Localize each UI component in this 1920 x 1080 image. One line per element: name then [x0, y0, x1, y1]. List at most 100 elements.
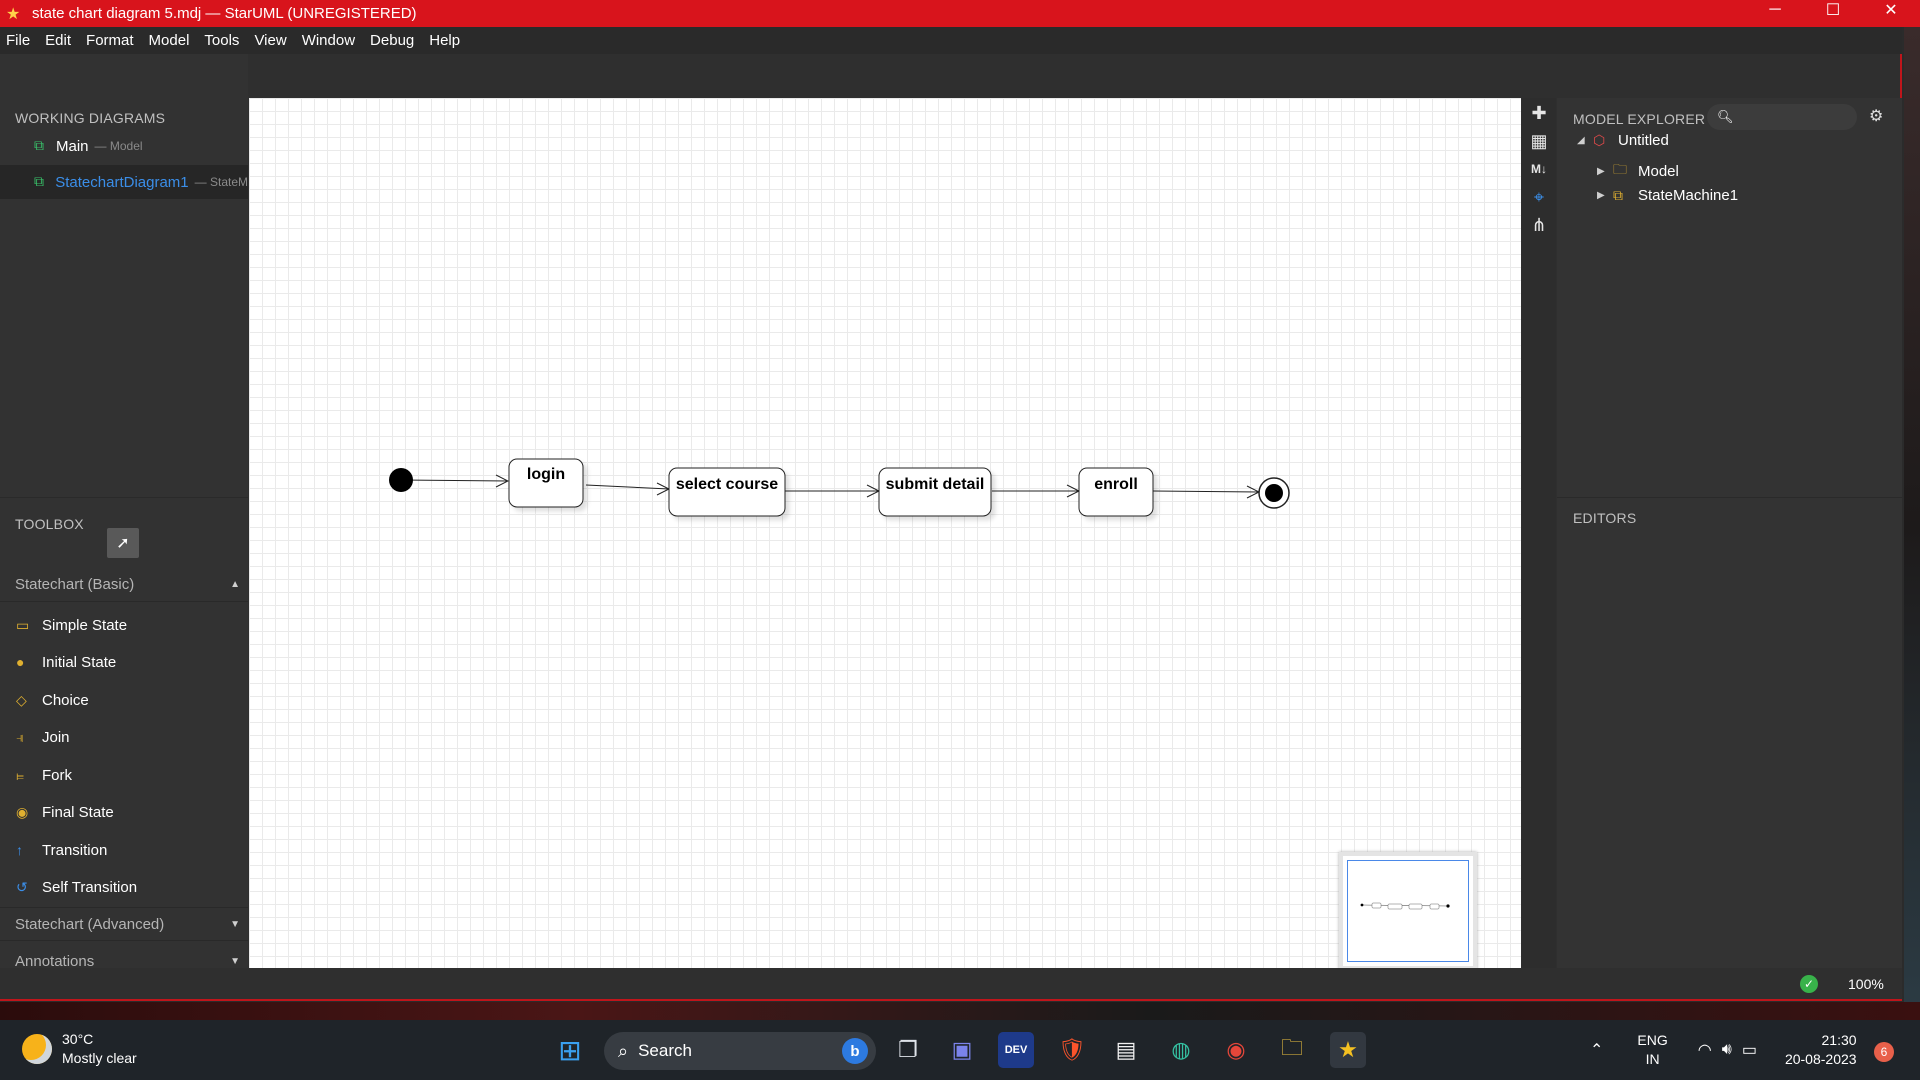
- toolbox-title: TOOLBOX: [15, 516, 84, 532]
- model-explorer-search-input[interactable]: 🔍︎: [1707, 104, 1857, 130]
- clock-time: 21:30: [1821, 1032, 1857, 1048]
- bing-icon[interactable]: b: [842, 1038, 868, 1064]
- edge-browser-icon[interactable]: ◍: [1163, 1032, 1199, 1068]
- group-statechart-basic[interactable]: Statechart (Basic) ▲: [0, 568, 248, 602]
- tool-fork[interactable]: ⫢ Fork: [0, 757, 248, 793]
- menu-model[interactable]: Model: [149, 32, 190, 49]
- menu-file[interactable]: File: [6, 32, 30, 49]
- tool-initial-state[interactable]: ● Initial State: [0, 644, 248, 680]
- tree-item-model[interactable]: ▶ 🗀 Model: [1597, 159, 1679, 183]
- chrome-browser-icon[interactable]: ◉: [1218, 1032, 1254, 1068]
- tree-item-statemachine[interactable]: ▶ ⧉ StateMachine1: [1597, 187, 1738, 204]
- brave-browser-icon[interactable]: 🛡︎: [1054, 1032, 1090, 1068]
- input-language[interactable]: ENG IN: [1637, 1031, 1667, 1069]
- minimap-viewport[interactable]: [1347, 860, 1469, 962]
- system-tray: ⌃ ENG IN ◠ 🔊︎ ▭ 21:30 20-08-2023: [1590, 1020, 1857, 1080]
- menu-debug[interactable]: Debug: [370, 32, 414, 49]
- tool-transition[interactable]: ↑ Transition: [0, 832, 248, 868]
- status-bar: ✓ 100%: [0, 968, 1902, 999]
- tree-expanded-icon[interactable]: ◢: [1577, 135, 1593, 146]
- tree-collapsed-icon[interactable]: ▶: [1597, 190, 1613, 201]
- battery-icon[interactable]: ▭: [1742, 1040, 1757, 1060]
- gear-icon[interactable]: ⚙: [1869, 106, 1883, 126]
- statechart-diagram: login select course submit detail enroll: [389, 458, 1290, 517]
- state-login[interactable]: login: [508, 458, 584, 508]
- validation-ok-icon[interactable]: ✓: [1800, 975, 1818, 993]
- group-label: Statechart (Advanced): [15, 915, 165, 933]
- menu-window[interactable]: Window: [302, 32, 355, 49]
- search-placeholder: Search: [638, 1041, 692, 1060]
- tool-simple-state[interactable]: ▭ Simple State: [0, 607, 248, 643]
- desktop-background-edge: [1904, 27, 1920, 1027]
- share-icon[interactable]: ⋔: [1522, 210, 1556, 240]
- app-window: File Edit Format Model Tools View Window…: [0, 27, 1902, 1001]
- working-diagram-main[interactable]: ⧉ Main — Model: [0, 129, 248, 163]
- tree-label: StateMachine1: [1638, 187, 1739, 204]
- taskbar-clock[interactable]: 21:30 20-08-2023: [1785, 1031, 1857, 1069]
- notification-badge[interactable]: 6: [1874, 1042, 1894, 1062]
- toolbox: TOOLBOX ➚ Statechart (Basic) ▲ ▭ Simple …: [0, 497, 248, 987]
- state-label: submit detail: [886, 476, 985, 493]
- task-view-icon[interactable]: ❐: [890, 1032, 926, 1068]
- staruml-taskbar-icon[interactable]: ★: [1330, 1032, 1366, 1068]
- tool-choice[interactable]: ◇ Choice: [0, 682, 248, 718]
- search-icon: 🔍︎: [1717, 109, 1734, 124]
- transition-initial-login[interactable]: [400, 474, 510, 488]
- menu-format[interactable]: Format: [86, 32, 134, 49]
- pointer-tool-button[interactable]: ➚: [107, 528, 139, 558]
- devhome-icon[interactable]: DEV: [998, 1032, 1034, 1068]
- menu-edit[interactable]: Edit: [45, 32, 71, 49]
- tree-label: Model: [1638, 162, 1679, 180]
- transition-select-course-submit-detail[interactable]: [784, 484, 881, 498]
- tool-join[interactable]: ⫣ Join: [0, 719, 248, 755]
- tree-collapsed-icon[interactable]: ▶: [1597, 166, 1613, 177]
- state-select-course[interactable]: select course: [668, 467, 786, 517]
- state-submit-detail[interactable]: submit detail: [878, 467, 992, 517]
- weather-widget[interactable]: 30°C Mostly clear: [22, 1030, 137, 1068]
- transition-enroll-final[interactable]: [1152, 485, 1261, 499]
- editors-title: EDITORS: [1573, 510, 1637, 526]
- microsoft-store-icon[interactable]: ▤: [1108, 1032, 1144, 1068]
- windows-start-icon[interactable]: ⊞: [552, 1032, 588, 1068]
- left-sidebar: WORKING DIAGRAMS ⧉ Main — Model ⧉ Statec…: [0, 54, 248, 987]
- tree-item-untitled[interactable]: ◢ ⬡ Untitled: [1577, 132, 1669, 149]
- transition-submit-detail-enroll[interactable]: [992, 484, 1081, 498]
- menu-help[interactable]: Help: [429, 32, 460, 49]
- tool-self-transition[interactable]: ↺ Self Transition: [0, 869, 248, 905]
- volume-icon[interactable]: 🔊︎: [1722, 1041, 1732, 1059]
- desktop-wallpaper-strip: [0, 1002, 1920, 1022]
- tool-final-state[interactable]: ◉ Final State: [0, 794, 248, 830]
- final-state[interactable]: [1258, 477, 1290, 509]
- taskbar-search-box[interactable]: ⌕ Search b: [604, 1032, 876, 1070]
- teams-chat-icon[interactable]: ▣: [944, 1032, 980, 1068]
- state-enroll[interactable]: enroll: [1078, 467, 1154, 517]
- wifi-icon[interactable]: ◠: [1698, 1040, 1712, 1060]
- collapse-arrow-icon: ▲: [230, 579, 240, 590]
- menu-tools[interactable]: Tools: [204, 32, 239, 49]
- cursor-arrow-icon: ➚: [116, 535, 130, 552]
- layout-panels-icon[interactable]: ▦: [1522, 126, 1556, 156]
- extensions-puzzle-icon[interactable]: ✚: [1522, 98, 1556, 128]
- working-diagram-statechart[interactable]: ⧉ StatechartDiagram1 — StateM: [0, 165, 248, 199]
- state-machine-icon: ⧉: [1613, 187, 1623, 203]
- menu-view[interactable]: View: [254, 32, 286, 49]
- minimize-button[interactable]: ─: [1746, 0, 1804, 20]
- diagram-minimap[interactable]: [1339, 852, 1477, 970]
- initial-state[interactable]: [389, 468, 413, 492]
- maximize-button[interactable]: ☐: [1804, 0, 1862, 20]
- close-button[interactable]: ✕: [1862, 0, 1920, 20]
- class-diagram-icon: ⧉: [34, 137, 44, 153]
- diagram-canvas[interactable]: login select course submit detail enroll: [249, 98, 1521, 996]
- navigator-crosshair-icon[interactable]: ⌖: [1522, 182, 1556, 212]
- zoom-level[interactable]: 100%: [1848, 976, 1884, 992]
- window-controls: ─ ☐ ✕: [1746, 0, 1920, 27]
- group-statechart-advanced[interactable]: Statechart (Advanced) ▼: [0, 907, 248, 941]
- file-explorer-icon[interactable]: 🗀: [1274, 1032, 1310, 1068]
- markdown-icon[interactable]: M↓: [1522, 154, 1556, 184]
- chevron-up-icon[interactable]: ⌃: [1590, 1040, 1603, 1060]
- join-icon: ⫣: [16, 728, 25, 745]
- transition-login-select-course[interactable]: [585, 482, 671, 496]
- search-icon: ⌕: [618, 1040, 629, 1061]
- choice-icon: ◇: [16, 691, 27, 708]
- simple-state-icon: ▭: [16, 616, 30, 633]
